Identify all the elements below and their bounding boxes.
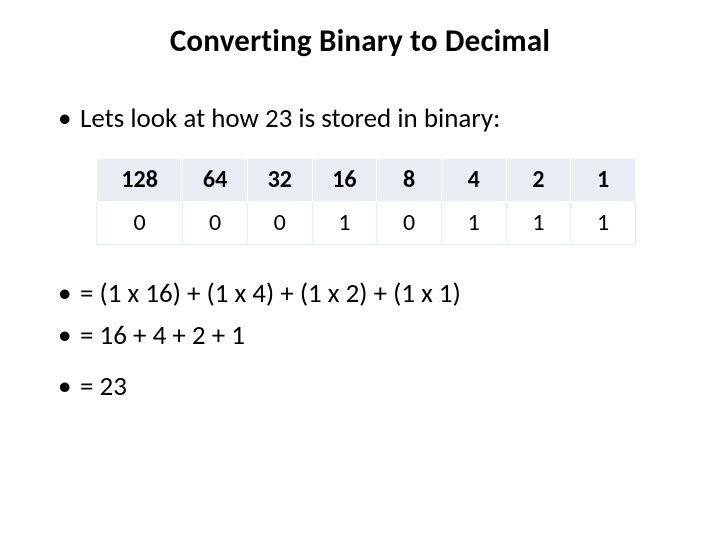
bit-cell: 0 xyxy=(183,201,248,244)
bit-cell: 0 xyxy=(97,201,183,244)
equation-line: = (1 x 16) + (1 x 4) + (1 x 2) + (1 x 1) xyxy=(52,277,668,311)
bit-cell: 1 xyxy=(312,201,377,244)
place-value-cell: 8 xyxy=(377,158,442,201)
place-value-cell: 4 xyxy=(441,158,506,201)
intro-bullet: Lets look at how 23 is stored in binary: xyxy=(52,102,668,136)
place-value-cell: 16 xyxy=(312,158,377,201)
place-value-cell: 128 xyxy=(97,158,183,201)
bit-cell: 0 xyxy=(377,201,442,244)
table-row: 128 64 32 16 8 4 2 1 xyxy=(97,158,636,201)
slide-title: Converting Binary to Decimal xyxy=(52,22,668,60)
equation-result: = 23 xyxy=(52,370,668,404)
binary-table-wrap: 128 64 32 16 8 4 2 1 0 0 0 1 0 1 1 1 xyxy=(96,158,636,245)
slide: Converting Binary to Decimal Lets look a… xyxy=(0,0,720,540)
bit-cell: 1 xyxy=(441,201,506,244)
place-value-cell: 64 xyxy=(183,158,248,201)
bit-cell: 1 xyxy=(506,201,571,244)
intro-list: Lets look at how 23 is stored in binary: xyxy=(52,102,668,136)
place-value-cell: 1 xyxy=(571,158,636,201)
bit-cell: 1 xyxy=(571,201,636,244)
table-row: 0 0 0 1 0 1 1 1 xyxy=(97,201,636,244)
binary-table: 128 64 32 16 8 4 2 1 0 0 0 1 0 1 1 1 xyxy=(96,158,636,245)
place-value-cell: 2 xyxy=(506,158,571,201)
equation-line: = 16 + 4 + 2 + 1 xyxy=(52,319,668,353)
place-value-cell: 32 xyxy=(247,158,312,201)
bit-cell: 0 xyxy=(247,201,312,244)
equation-list: = (1 x 16) + (1 x 4) + (1 x 2) + (1 x 1)… xyxy=(52,277,668,404)
